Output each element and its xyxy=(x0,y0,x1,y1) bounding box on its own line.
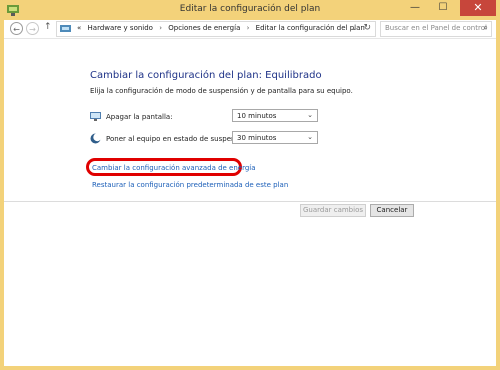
restore-defaults-link[interactable]: Restaurar la configuración predeterminad… xyxy=(92,181,288,189)
control-panel-icon xyxy=(60,25,71,32)
divider xyxy=(4,201,496,202)
page-title: Cambiar la configuración del plan: Equil… xyxy=(90,70,322,81)
dropdown-value: 30 minutos xyxy=(237,134,277,142)
chevron-down-icon: ⌄ xyxy=(307,111,313,119)
address-bar[interactable]: « Hardware y sonido › Opciones de energí… xyxy=(56,21,376,37)
breadcrumb-prefix: « xyxy=(77,24,82,32)
arrow-left-icon[interactable]: ← xyxy=(10,22,23,35)
breadcrumb-item[interactable]: Opciones de energía xyxy=(168,24,240,32)
chevron-down-icon[interactable]: ⌄ xyxy=(351,24,357,32)
chevron-down-icon: ⌄ xyxy=(307,133,313,141)
window: Editar la configuración del plan — ☐ ✕ ←… xyxy=(0,0,500,370)
setting-label: Apagar la pantalla: xyxy=(106,113,173,121)
dropdown-value: 10 minutos xyxy=(237,112,277,120)
page-subtitle: Elija la configuración de modo de suspen… xyxy=(90,87,353,95)
arrow-right-icon[interactable]: → xyxy=(26,22,39,35)
moon-icon xyxy=(90,133,101,144)
breadcrumb-separator: › xyxy=(246,24,250,32)
sleep-dropdown[interactable]: 30 minutos ⌄ xyxy=(232,131,318,144)
arrow-up-icon[interactable]: ↑ xyxy=(44,22,52,32)
monitor-icon xyxy=(90,112,101,121)
title-bar[interactable]: Editar la configuración del plan — ☐ ✕ xyxy=(0,0,500,20)
refresh-icon[interactable]: ↻ xyxy=(363,23,371,33)
setting-label: Poner al equipo en estado de suspensión: xyxy=(106,135,253,143)
breadcrumb-separator: › xyxy=(159,24,163,32)
search-icon[interactable]: ⌕ xyxy=(484,23,488,33)
search-placeholder: Buscar en el Panel de control xyxy=(385,24,487,32)
breadcrumb-item[interactable]: Editar la configuración del plan xyxy=(256,24,365,32)
search-input[interactable]: Buscar en el Panel de control ⌕ xyxy=(380,21,492,37)
main-content: Cambiar la configuración del plan: Equil… xyxy=(4,39,496,366)
minimize-button[interactable]: — xyxy=(402,0,428,16)
breadcrumb: « Hardware y sonido › Opciones de energí… xyxy=(77,24,365,32)
save-button[interactable]: Guardar cambios xyxy=(300,204,366,217)
close-button[interactable]: ✕ xyxy=(460,0,496,16)
breadcrumb-item[interactable]: Hardware y sonido xyxy=(88,24,153,32)
maximize-button[interactable]: ☐ xyxy=(430,0,456,16)
cancel-button[interactable]: Cancelar xyxy=(370,204,414,217)
display-off-dropdown[interactable]: 10 minutos ⌄ xyxy=(232,109,318,122)
navigation-bar: ← → ↑ « Hardware y sonido › Opciones de … xyxy=(4,20,496,39)
advanced-settings-link[interactable]: Cambiar la configuración avanzada de ene… xyxy=(92,164,256,172)
window-client: ← → ↑ « Hardware y sonido › Opciones de … xyxy=(4,20,496,366)
